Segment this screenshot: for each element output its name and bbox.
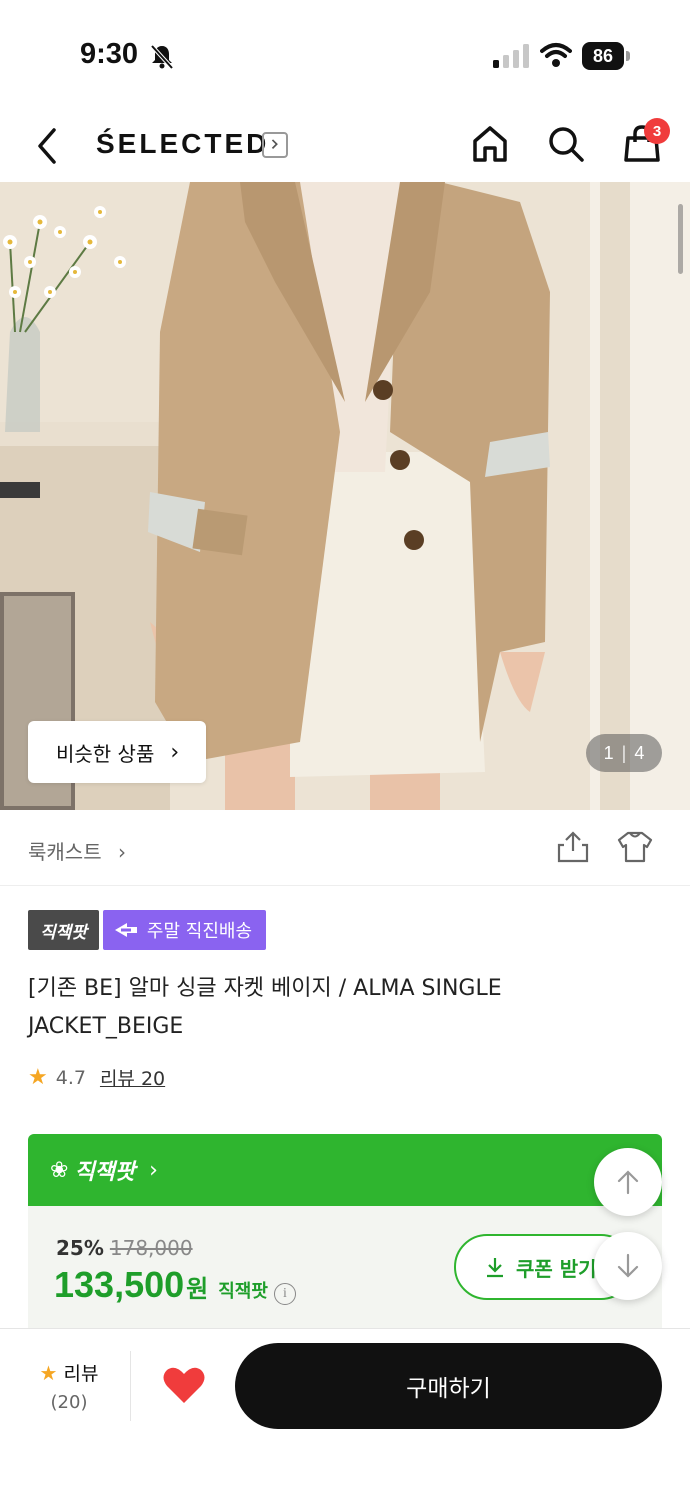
lookcast-row: 룩캐스트 › [0, 810, 690, 886]
price-row: 133,500 원 직잭팟 i [54, 1264, 296, 1306]
status-time: 9:30 [80, 38, 139, 70]
chevron-right-icon: › [117, 840, 126, 864]
battery-indicator: 86 [582, 42, 630, 70]
rating-value: 4.7 [55, 1066, 86, 1089]
back-icon[interactable] [28, 124, 68, 168]
divider [130, 1351, 131, 1421]
delivery-tag-label: 주말 직진배송 [146, 921, 253, 942]
bottom-review-label: 리뷰 [63, 1363, 99, 1385]
signal-icon [493, 44, 529, 68]
image-counter-separator: | [621, 742, 627, 763]
download-icon [487, 1258, 503, 1278]
rating-row: ★ 4.7 리뷰 20 [28, 1064, 165, 1091]
bottom-review-button[interactable]: ★ 리뷰 (20) [34, 1359, 104, 1414]
search-icon[interactable] [546, 124, 586, 164]
heart-icon[interactable] [162, 1365, 206, 1405]
info-icon[interactable]: i [273, 1283, 296, 1305]
arrow-down-icon [617, 1253, 639, 1278]
brand-chevron-icon[interactable] [262, 132, 288, 158]
lookcast-label: 룩캐스트 [28, 840, 102, 864]
bottom-action-bar: ★ 리뷰 (20) 구매하기 [0, 1328, 690, 1500]
product-photo [0, 182, 690, 810]
bottom-review-top: ★ 리뷰 [34, 1359, 104, 1386]
jackpot-tag: 직잭팟 [28, 910, 99, 950]
coupon-button-label: 쿠폰 받기 [516, 1256, 597, 1281]
image-index: 1 [603, 742, 614, 763]
cart-count-badge: 3 [644, 118, 670, 144]
wifi-icon [540, 43, 572, 67]
chevron-right-icon: › [149, 1157, 158, 1183]
arrow-up-icon [617, 1170, 639, 1195]
image-total: 4 [634, 742, 645, 763]
status-bar: 9:30 86 [0, 0, 690, 110]
lookcast-link[interactable]: 룩캐스트 › [28, 836, 126, 865]
product-image-carousel[interactable]: 비슷한 상품 › 1 | 4 [0, 182, 690, 810]
price-unit: 원 [186, 1275, 209, 1303]
buy-button[interactable]: 구매하기 [235, 1343, 662, 1429]
share-icon[interactable] [556, 830, 590, 864]
flower-icon: ❀ [50, 1157, 69, 1183]
image-counter: 1 | 4 [586, 734, 662, 772]
jackpot-deal-header[interactable]: ❀ 직잭팟 › [28, 1134, 662, 1206]
product-title: [기존 BE] 알마 싱글 자켓 베이지 / ALMA SINGLE JACKE… [28, 976, 502, 1039]
brand-name[interactable]: ŚELECTED [96, 128, 269, 160]
product-tags: 직잭팟 주말 직진배송 [28, 910, 267, 950]
sale-price: 133,500 [54, 1264, 185, 1305]
discount-row: 25% 178,000 [56, 1236, 193, 1260]
hero-scroll-indicator[interactable] [678, 204, 683, 274]
similar-products-button[interactable]: 비슷한 상품 › [28, 721, 206, 783]
chevron-right-icon: › [170, 739, 180, 765]
battery-level: 86 [582, 42, 624, 70]
bottom-review-count: (20) [50, 1392, 88, 1413]
delivery-tag: 주말 직진배송 [102, 910, 267, 950]
scroll-down-button[interactable] [594, 1232, 662, 1300]
star-icon: ★ [39, 1360, 58, 1385]
jackpot-deal-label: 직잭팟 [74, 1160, 136, 1185]
fitting-icon[interactable] [616, 830, 654, 864]
discount-percent: 25% [56, 1236, 104, 1260]
jackpot-deal-box: ❀ 직잭팟 › 25% 178,000 133,500 원 직잭팟 i 쿠폰 받… [28, 1134, 662, 1334]
price-jackpot-label: 직잭팟 [218, 1281, 268, 1302]
home-icon[interactable] [470, 124, 510, 164]
star-icon: ★ [28, 1065, 48, 1090]
original-price: 178,000 [109, 1236, 193, 1260]
scroll-up-button[interactable] [594, 1148, 662, 1216]
similar-products-label: 비슷한 상품 [56, 741, 155, 766]
delivery-arrow-icon [114, 923, 137, 937]
review-link[interactable]: 리뷰 20 [100, 1064, 165, 1091]
top-navigation: ŚELECTED 3 [0, 110, 690, 182]
bell-muted-icon [150, 44, 174, 70]
battery-tip [626, 51, 630, 61]
